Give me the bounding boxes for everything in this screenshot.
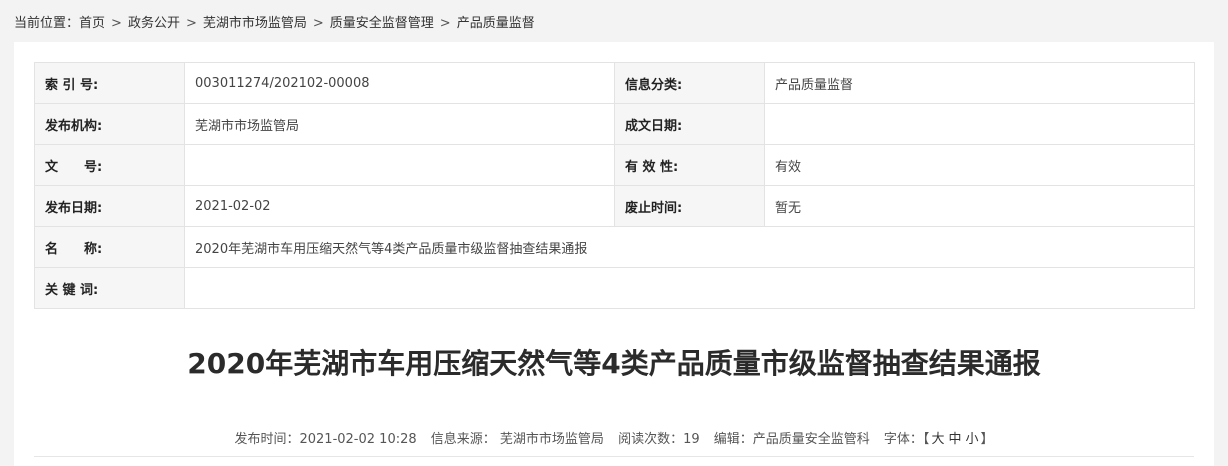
breadcrumb: 当前位置：首页 > 政务公开 > 芜湖市市场监管局 > 质量安全监督管理 > 产品质量监督 [14, 12, 535, 31]
publisher-value: 芜湖市市场监管局 [184, 103, 615, 145]
font-size-large-button[interactable]: 大 [931, 432, 944, 447]
breadcrumb-separator: > [111, 16, 122, 31]
breadcrumb-bureau-link[interactable]: 芜湖市市场监管局 [203, 16, 307, 31]
table-row: 发布日期: 2021-02-02 废止时间: 暂无 [34, 185, 1195, 227]
table-row: 文 号: 有 效 性: 有效 [34, 144, 1195, 186]
table-row: 发布机构: 芜湖市市场监管局 成文日期: [34, 103, 1195, 145]
divider [34, 456, 1194, 457]
keywords-label: 关 键 词: [34, 267, 185, 309]
repeal-time-value: 暂无 [764, 185, 1195, 227]
written-date-value [764, 103, 1195, 145]
table-row: 名 称: 2020年芜湖市车用压缩天然气等4类产品质量市级监督抽查结果通报 [34, 226, 1195, 268]
font-size-open-bracket: 【 [922, 432, 930, 447]
document-number-value [184, 144, 615, 186]
table-row: 关 键 词: [34, 267, 1195, 309]
written-date-label: 成文日期: [614, 103, 765, 145]
breadcrumb-home-link[interactable]: 首页 [79, 16, 105, 31]
index-number-label: 索 引 号: [34, 62, 185, 104]
font-size-close-bracket: 】 [980, 432, 994, 447]
breadcrumb-gov-affairs-link[interactable]: 政务公开 [128, 16, 180, 31]
info-category-value: 产品质量监督 [764, 62, 1195, 104]
publish-date-label: 发布日期: [34, 185, 185, 227]
article-title: 2020年芜湖市车用压缩天然气等4类产品质量市级监督抽查结果通报 [187, 347, 1041, 380]
name-label: 名 称: [34, 226, 185, 268]
document-number-label: 文 号: [34, 144, 185, 186]
breadcrumb-prefix: 当前位置： [14, 16, 80, 31]
publish-time: 发布时间：2021-02-02 10:28 [234, 432, 417, 447]
breadcrumb-product-quality-link[interactable]: 产品质量监督 [457, 16, 535, 31]
breadcrumb-separator: > [439, 16, 451, 31]
font-size-medium-button[interactable]: 中 [948, 432, 961, 447]
breadcrumb-separator: > [312, 16, 324, 31]
keywords-value [184, 267, 1195, 309]
table-row: 索 引 号: 003011274/202102-00008 信息分类: 产品质量… [34, 62, 1195, 104]
repeal-time-label: 废止时间: [614, 185, 765, 227]
publisher-label: 发布机构: [34, 103, 185, 145]
info-source: 信息来源： 芜湖市市场监管局 [430, 432, 604, 447]
font-size-label: 字体： [883, 432, 923, 447]
publish-date-value: 2021-02-02 [184, 185, 615, 227]
font-size-small-button[interactable]: 小 [965, 432, 978, 447]
editor: 编辑：产品质量安全监管科 [713, 432, 870, 447]
index-number-value: 003011274/202102-00008 [184, 62, 615, 104]
read-count: 阅读次数：19 [618, 432, 700, 447]
article-info-bar: 发布时间：2021-02-02 10:28 信息来源： 芜湖市市场监管局 阅读次… [14, 428, 1214, 447]
content-panel: 索 引 号: 003011274/202102-00008 信息分类: 产品质量… [14, 42, 1214, 466]
validity-label: 有 效 性: [614, 144, 765, 186]
document-meta-table: 索 引 号: 003011274/202102-00008 信息分类: 产品质量… [34, 62, 1195, 309]
breadcrumb-separator: > [185, 16, 197, 31]
name-value: 2020年芜湖市车用压缩天然气等4类产品质量市级监督抽查结果通报 [184, 226, 1195, 268]
breadcrumb-quality-safety-link[interactable]: 质量安全监督管理 [330, 16, 434, 31]
validity-value: 有效 [764, 144, 1195, 186]
font-size-switcher: 字体：【大中小】 [884, 432, 994, 447]
info-category-label: 信息分类: [614, 62, 765, 104]
